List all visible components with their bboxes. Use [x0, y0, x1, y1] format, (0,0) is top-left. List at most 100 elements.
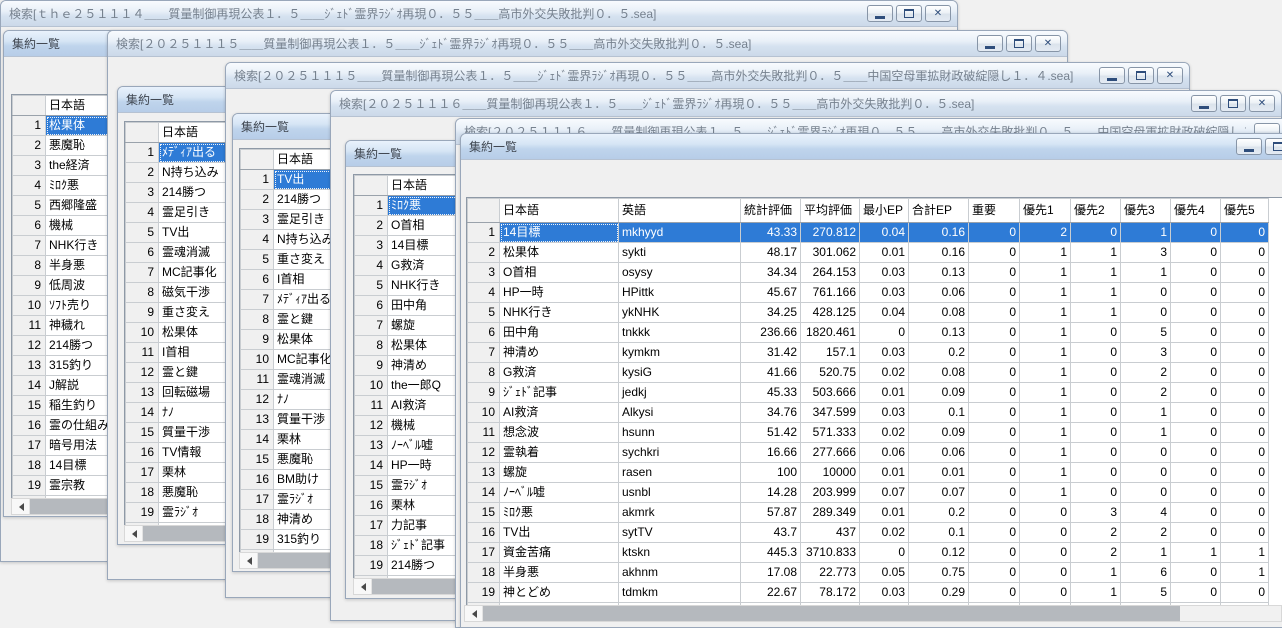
- grid-cell[interactable]: 1: [1019, 262, 1071, 283]
- close-button[interactable]: ✕: [925, 5, 951, 22]
- maximize-button[interactable]: [1006, 35, 1032, 52]
- grid-cell[interactable]: 0: [968, 422, 1020, 443]
- grid-cell[interactable]: 0.09: [908, 382, 969, 403]
- grid-cell[interactable]: 0: [1019, 562, 1071, 583]
- row-number-cell[interactable]: 1: [12, 115, 46, 136]
- grid-cell[interactable]: 0: [1170, 402, 1221, 423]
- row-number-cell[interactable]: 10: [12, 295, 46, 316]
- grid-cell[interactable]: 1: [1019, 402, 1071, 423]
- column-header[interactable]: 英語: [618, 198, 741, 223]
- scroll-left-button[interactable]: [465, 606, 483, 621]
- grid-cell[interactable]: 14目標: [499, 222, 619, 243]
- grid-cell[interactable]: 松果体: [499, 242, 619, 263]
- row-number-cell[interactable]: 13: [354, 435, 388, 456]
- grid-cell[interactable]: 0: [1220, 222, 1269, 243]
- grid-cell[interactable]: 1: [1019, 302, 1071, 323]
- grid-cell[interactable]: 100: [740, 462, 801, 483]
- grid-cell[interactable]: 0.1: [908, 402, 969, 423]
- grid-cell[interactable]: 0: [1220, 582, 1269, 603]
- grid-cell[interactable]: 3: [1070, 502, 1121, 523]
- grid-cell[interactable]: 螺旋: [499, 462, 619, 483]
- grid-cell[interactable]: 0.2: [908, 502, 969, 523]
- grid-cell[interactable]: 78.172: [800, 582, 860, 603]
- scroll-left-button[interactable]: [125, 526, 143, 541]
- column-header[interactable]: 最小EP: [859, 198, 909, 223]
- grid-cell[interactable]: 0: [1220, 342, 1269, 363]
- grid-cell[interactable]: ktskn: [618, 542, 741, 563]
- grid-cell[interactable]: AI救済: [499, 402, 619, 423]
- grid-cell[interactable]: 0.08: [908, 302, 969, 323]
- close-button[interactable]: ✕: [1157, 67, 1183, 84]
- row-number-cell[interactable]: 9: [467, 382, 500, 403]
- scroll-left-button[interactable]: [354, 579, 372, 594]
- grid-cell[interactable]: 34.34: [740, 262, 801, 283]
- grid-cell[interactable]: 0: [968, 442, 1020, 463]
- grid-cell[interactable]: 1: [1019, 322, 1071, 343]
- row-number-cell[interactable]: 4: [467, 282, 500, 303]
- grid-cell[interactable]: 5: [1120, 322, 1171, 343]
- grid-cell[interactable]: 0: [1120, 282, 1171, 303]
- row-number-cell[interactable]: 2: [354, 215, 388, 236]
- grid-cell[interactable]: jedkj: [618, 382, 741, 403]
- grid-cell[interactable]: 半身悪: [499, 562, 619, 583]
- grid-cell[interactable]: osysy: [618, 262, 741, 283]
- grid-cell[interactable]: 0: [1070, 402, 1121, 423]
- grid-cell[interactable]: 1: [1120, 222, 1171, 243]
- grid-cell[interactable]: 236.66: [740, 322, 801, 343]
- grid-cell[interactable]: 0: [1170, 282, 1221, 303]
- row-number-cell[interactable]: 16: [240, 469, 274, 490]
- grid-cell[interactable]: 0.16: [908, 242, 969, 263]
- grid-cell[interactable]: 5: [1120, 582, 1171, 603]
- row-number-cell[interactable]: 19: [125, 502, 159, 523]
- grid-cell[interactable]: 1: [1120, 262, 1171, 283]
- row-number-cell[interactable]: 5: [467, 302, 500, 323]
- row-number-cell[interactable]: 8: [12, 255, 46, 276]
- grid-cell[interactable]: 0.06: [908, 442, 969, 463]
- grid-cell[interactable]: 203.999: [800, 482, 860, 503]
- grid-cell[interactable]: 0.02: [859, 362, 909, 383]
- row-number-cell[interactable]: 2: [240, 189, 274, 210]
- grid-cell[interactable]: 4: [1120, 502, 1171, 523]
- grid-cell[interactable]: 0: [1220, 382, 1269, 403]
- row-number-cell[interactable]: 16: [125, 442, 159, 463]
- grid-cell[interactable]: 34.25: [740, 302, 801, 323]
- grid-cell[interactable]: 277.666: [800, 442, 860, 463]
- grid-cell[interactable]: 22.67: [740, 582, 801, 603]
- grid-cell[interactable]: 0.01: [859, 462, 909, 483]
- grid-cell[interactable]: sychkri: [618, 442, 741, 463]
- row-number-cell[interactable]: 3: [125, 182, 159, 203]
- row-number-cell[interactable]: 11: [125, 342, 159, 363]
- grid-cell[interactable]: 45.33: [740, 382, 801, 403]
- grid-cell[interactable]: 31.42: [740, 342, 801, 363]
- grid-cell[interactable]: 0: [1070, 322, 1121, 343]
- grid-cell[interactable]: 0.03: [859, 402, 909, 423]
- row-number-cell[interactable]: 16: [354, 495, 388, 516]
- grid-cell[interactable]: 1: [1070, 262, 1121, 283]
- grid-cell[interactable]: 1: [1019, 382, 1071, 403]
- grid-cell[interactable]: 0: [1170, 302, 1221, 323]
- grid-cell[interactable]: 1: [1220, 542, 1269, 563]
- grid-cell[interactable]: 3: [1120, 342, 1171, 363]
- row-number-cell[interactable]: 8: [240, 309, 274, 330]
- row-number-cell[interactable]: 3: [12, 155, 46, 176]
- row-number-cell[interactable]: 16: [12, 415, 46, 436]
- row-number-cell[interactable]: 10: [125, 322, 159, 343]
- row-number-cell[interactable]: 1: [240, 169, 274, 190]
- column-header[interactable]: 優先1: [1019, 198, 1071, 223]
- grid-cell[interactable]: 想念波: [499, 422, 619, 443]
- row-number-cell[interactable]: 15: [125, 422, 159, 443]
- grid-cell[interactable]: 0.03: [859, 582, 909, 603]
- grid-cell[interactable]: 0: [859, 322, 909, 343]
- grid-cell[interactable]: 34.76: [740, 402, 801, 423]
- grid-cell[interactable]: hsunn: [618, 422, 741, 443]
- close-button[interactable]: ✕: [1249, 95, 1275, 112]
- grid-cell[interactable]: 1: [1019, 282, 1071, 303]
- column-header[interactable]: 合計EP: [908, 198, 969, 223]
- grid-cell[interactable]: 0: [1170, 262, 1221, 283]
- grid-cell[interactable]: 503.666: [800, 382, 860, 403]
- grid-cell[interactable]: 48.17: [740, 242, 801, 263]
- search-window-3-titlebar[interactable]: 検索[２０２５１１１５＿＿質量制御再現公表１．５＿＿ｼﾞｪﾄﾞ霊界ﾗｼﾞｵ再現０…: [226, 63, 1189, 89]
- row-number-cell[interactable]: 8: [467, 362, 500, 383]
- grid-cell[interactable]: 0.05: [859, 562, 909, 583]
- grid-cell[interactable]: 1: [1019, 442, 1071, 463]
